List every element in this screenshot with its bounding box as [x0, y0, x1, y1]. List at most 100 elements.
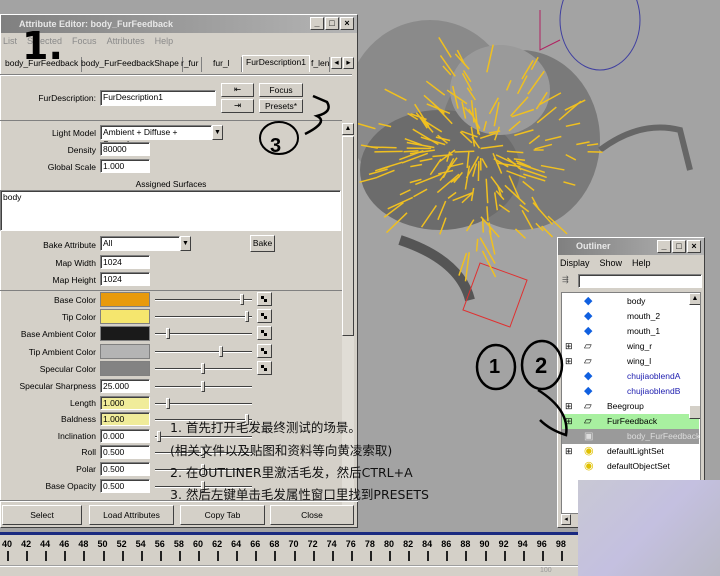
numeric-attr-field[interactable]: 1.000 [100, 412, 150, 427]
outliner-item[interactable]: ⊞ ▱ Beegroup [562, 399, 699, 414]
timeline-tick-label: 98 [555, 539, 566, 549]
color-swatch[interactable] [100, 326, 150, 342]
slider-thumb[interactable] [201, 381, 205, 392]
numeric-attr-field[interactable]: 1.000 [100, 395, 150, 410]
outliner-item-label: body [627, 296, 646, 306]
slider-thumb[interactable] [219, 345, 224, 357]
attr-slider[interactable] [155, 362, 252, 374]
maximize-button[interactable]: □ [672, 240, 686, 253]
numeric-attr-field[interactable]: 0.500 [100, 478, 150, 493]
tab-scroll-left[interactable]: ◂ [331, 57, 342, 69]
range-slider[interactable]: 100 [0, 566, 578, 576]
color-swatch[interactable] [100, 309, 150, 325]
color-swatch[interactable] [100, 360, 150, 376]
load-attributes-button[interactable]: Load Attributes [89, 505, 174, 525]
close-button[interactable]: Close [270, 505, 354, 525]
timeline-tick-label: 70 [288, 539, 299, 549]
copy-tab-button[interactable]: Copy Tab [180, 505, 265, 525]
end-frame-field[interactable]: 100 [540, 567, 552, 574]
attr-slider[interactable] [155, 311, 252, 323]
timeline-tick [293, 551, 296, 561]
outliner-item[interactable]: ◉ defaultObjectSet [562, 459, 699, 474]
attr-slider[interactable] [155, 294, 252, 305]
chevron-down-icon[interactable]: ▼ [180, 236, 191, 251]
expand-icon[interactable]: ⊞ [565, 444, 573, 459]
bake-button[interactable]: Bake [250, 235, 275, 252]
tab-scroll-right[interactable]: ▸ [343, 57, 354, 69]
attr-slider[interactable] [155, 430, 252, 442]
select-button[interactable]: Select [2, 505, 82, 525]
outliner-item[interactable]: ◆ mouth_2 [562, 309, 699, 324]
timeline-tick [7, 551, 9, 561]
tab-body-furfeedbackshape[interactable]: body_FurFeedbackShape [78, 57, 183, 72]
bake-attribute-dropdown[interactable]: All [100, 236, 180, 251]
tab-f-leng[interactable]: f_leng [308, 57, 330, 72]
scroll-up-button[interactable]: ▲ [342, 123, 354, 135]
chevron-down-icon[interactable]: ▼ [212, 125, 223, 140]
outliner-item[interactable]: ⊞ ▱ wing_r [562, 339, 699, 354]
slider-thumb[interactable] [239, 294, 244, 305]
timeline-tick-label: 96 [536, 539, 547, 549]
handwritten-arrow-3 [259, 94, 330, 155]
scroll-up-button[interactable]: ▲ [689, 293, 700, 305]
menu-display[interactable]: Display [560, 258, 590, 268]
map-width-field[interactable]: 1024 [100, 255, 150, 269]
numeric-attr-field[interactable]: 0.000 [100, 428, 150, 443]
scroll-left-button[interactable]: ◂ [561, 514, 571, 525]
timeline-tick-label: 82 [403, 539, 414, 549]
outliner-item[interactable]: ◆ body [562, 294, 699, 309]
node-name-field[interactable]: FurDescription1 [100, 90, 216, 106]
tab-fur-l[interactable]: fur_l [210, 57, 242, 72]
timeline-tick [541, 551, 544, 561]
timeline-tick-label: 50 [97, 539, 108, 549]
outliner-item[interactable]: ▣ body_FurFeedback [562, 429, 700, 444]
close-window-button[interactable]: × [687, 240, 701, 253]
color-swatch[interactable] [100, 292, 150, 307]
attr-slider[interactable] [155, 397, 252, 409]
timeline-tick-label: 86 [441, 539, 452, 549]
numeric-attr-field[interactable]: 25.000 [100, 379, 150, 393]
map-texture-icon[interactable] [257, 343, 272, 358]
outliner-item[interactable]: ⊞ ◉ defaultLightSet [562, 444, 699, 459]
outliner-item[interactable]: ◆ chujiaoblendA [562, 369, 699, 384]
timeline-tick-label: 54 [135, 539, 146, 549]
slider-thumb[interactable] [166, 328, 171, 340]
outliner-search-input[interactable] [578, 274, 702, 288]
assigned-surfaces-list[interactable]: body [0, 190, 341, 231]
color-swatch[interactable] [100, 343, 150, 359]
outliner-item[interactable]: ⊞ ▱ wing_l [562, 354, 699, 369]
density-field[interactable]: 80000 [100, 142, 150, 156]
slider-thumb[interactable] [156, 430, 161, 442]
title-bar[interactable]: Outliner _ □ × [558, 238, 704, 255]
attr-slider[interactable] [155, 381, 252, 392]
filter-icon[interactable]: ⇶ [562, 275, 569, 284]
mesh-icon: ◆ [584, 295, 593, 307]
attr-slider[interactable] [155, 345, 252, 357]
map-texture-icon[interactable] [257, 292, 272, 306]
slider-thumb[interactable] [166, 397, 171, 409]
output-connections-icon[interactable]: ⇥ [221, 99, 254, 113]
outliner-item[interactable]: ◆ mouth_1 [562, 324, 699, 339]
global-scale-field[interactable]: 1.000 [100, 159, 150, 173]
map-texture-icon[interactable] [257, 326, 272, 341]
slider-thumb[interactable] [201, 362, 205, 374]
slider-thumb[interactable] [245, 311, 250, 323]
numeric-attr-field[interactable]: 0.500 [100, 445, 150, 460]
menu-show[interactable]: Show [600, 258, 623, 268]
attr-slider[interactable] [155, 328, 252, 340]
tab-r-fur[interactable]: r_fur [178, 57, 203, 72]
map-texture-icon[interactable] [257, 309, 272, 324]
scroll-thumb[interactable] [689, 405, 700, 419]
tab-furdescription1[interactable]: FurDescription1 [242, 55, 310, 72]
numeric-attr-field[interactable]: 0.500 [100, 462, 150, 476]
outliner-item[interactable]: ◆ chujiaoblendB [562, 384, 699, 399]
map-height-field[interactable]: 1024 [100, 272, 150, 286]
input-connections-icon[interactable]: ⇤ [221, 83, 254, 97]
outliner-item[interactable]: ⊞ ▱ FurFeedback [562, 414, 699, 429]
light-model-dropdown[interactable]: Ambient + Diffuse + Specular [100, 125, 212, 149]
timeline-tick-label: 84 [422, 539, 433, 549]
map-texture-icon[interactable] [257, 360, 272, 375]
menu-help[interactable]: Help [632, 258, 651, 268]
scroll-thumb[interactable] [342, 136, 354, 336]
minimize-button[interactable]: _ [657, 240, 671, 253]
